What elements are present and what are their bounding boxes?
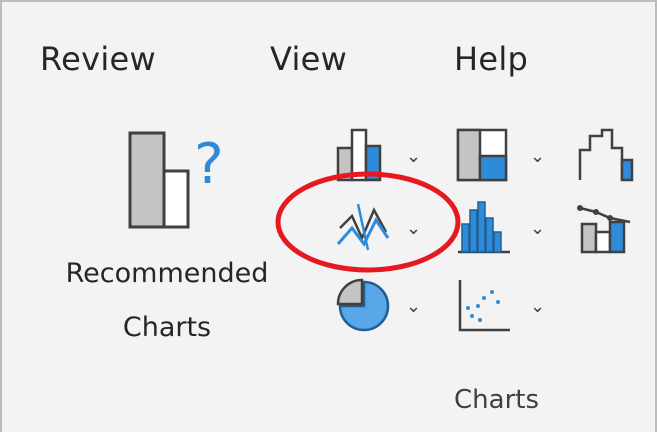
chevron-down-icon: ⌄: [406, 146, 422, 167]
charts-group-label: Charts: [454, 385, 539, 415]
line-area-chart-button[interactable]: ⌄: [334, 198, 434, 258]
hierarchy-chart-icon: [456, 128, 508, 182]
waterfall-chart-icon: [578, 128, 634, 182]
chevron-down-icon: ⌄: [406, 296, 422, 317]
statistic-chart-icon: [458, 201, 510, 254]
waterfall-chart-button[interactable]: [576, 126, 657, 186]
statistic-chart-button[interactable]: ⌄: [454, 198, 554, 258]
recommended-charts-label-line1: Recommended: [65, 258, 269, 289]
tab-review[interactable]: Review: [40, 40, 156, 78]
chevron-down-icon: ⌄: [406, 218, 422, 239]
combo-chart-button[interactable]: [576, 198, 657, 258]
scatter-bubble-chart-button[interactable]: ⌄: [454, 276, 554, 336]
column-bar-chart-icon: [336, 128, 382, 182]
hierarchy-chart-button[interactable]: ⌄: [454, 126, 554, 186]
column-bar-chart-button[interactable]: ⌄: [334, 126, 434, 186]
tab-help[interactable]: Help: [454, 40, 528, 78]
pie-doughnut-chart-icon: [336, 278, 390, 332]
svg-text:?: ?: [194, 132, 224, 197]
scatter-bubble-chart-icon: [458, 280, 510, 332]
chevron-down-icon: ⌄: [530, 218, 546, 239]
recommended-charts-icon: ?: [128, 131, 224, 229]
combo-chart-icon: [577, 205, 631, 254]
pie-doughnut-chart-button[interactable]: ⌄: [334, 276, 434, 336]
tab-view[interactable]: View: [270, 40, 347, 78]
chevron-down-icon: ⌄: [530, 146, 546, 167]
line-area-chart-icon: [336, 203, 390, 251]
recommended-charts-label-line2: Charts: [122, 312, 212, 343]
chevron-down-icon: ⌄: [530, 296, 546, 317]
ribbon-panel: Review View Help ? Recommended Charts ⌄ …: [0, 0, 657, 432]
